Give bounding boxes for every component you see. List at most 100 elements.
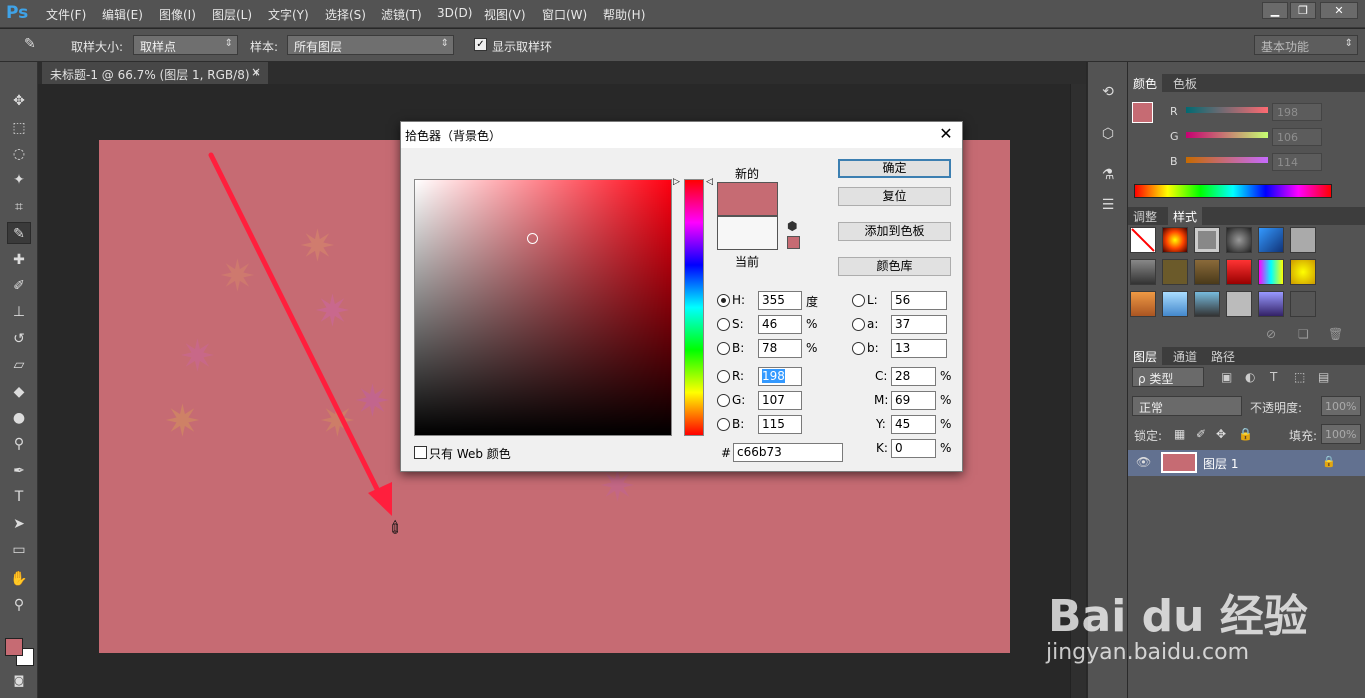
opacity-input[interactable]: 100% xyxy=(1321,396,1361,416)
clear-style-icon[interactable]: ⊘ xyxy=(1266,327,1276,341)
style-swatch[interactable] xyxy=(1162,291,1188,317)
green-radio[interactable] xyxy=(717,394,730,407)
add-to-swatches-button[interactable]: 添加到色板 xyxy=(838,222,951,241)
lab-l-label: L: xyxy=(867,293,878,307)
lock-all-icon[interactable]: 🔒 xyxy=(1238,427,1253,441)
slider-b-value[interactable]: 114 xyxy=(1272,153,1322,171)
blue-radio[interactable] xyxy=(717,418,730,431)
hue-input[interactable]: 355 xyxy=(758,291,802,310)
lab-b-radio[interactable] xyxy=(852,342,865,355)
tab-layers[interactable]: 图层 xyxy=(1128,347,1163,365)
filter-adjust-icon[interactable]: ◐ xyxy=(1245,370,1255,384)
lock-paint-icon[interactable]: ✐ xyxy=(1196,427,1206,441)
filter-pixel-icon[interactable]: ▣ xyxy=(1221,370,1232,384)
lab-a-radio[interactable] xyxy=(852,318,865,331)
hue-slider-right-handle[interactable]: ◁ xyxy=(706,177,713,187)
properties-panel-icon[interactable]: ☰ xyxy=(1097,197,1119,219)
style-swatch[interactable] xyxy=(1258,227,1284,253)
style-swatch[interactable] xyxy=(1194,227,1220,253)
tab-paths[interactable]: 路径 xyxy=(1206,347,1240,365)
style-swatch[interactable] xyxy=(1258,259,1284,285)
brightness-radio[interactable] xyxy=(717,342,730,355)
web-colors-checkbox[interactable] xyxy=(414,446,427,459)
color-field-marker[interactable] xyxy=(527,233,538,244)
layer-filter-select[interactable]: ρ 类型 xyxy=(1132,367,1204,387)
style-none-swatch[interactable] xyxy=(1130,227,1156,253)
tab-color[interactable]: 颜色 xyxy=(1128,74,1163,92)
saturation-radio[interactable] xyxy=(717,318,730,331)
red-radio[interactable] xyxy=(717,370,730,383)
tab-adjustments[interactable]: 调整 xyxy=(1128,207,1162,225)
delete-style-icon[interactable]: 🗑 xyxy=(1328,327,1343,341)
lock-position-icon[interactable]: ✥ xyxy=(1216,427,1226,441)
lab-l-radio[interactable] xyxy=(852,294,865,307)
color-field[interactable] xyxy=(414,179,672,436)
hue-slider-left-handle[interactable]: ▷ xyxy=(673,177,680,187)
color-spectrum-bar[interactable] xyxy=(1134,184,1332,198)
ok-button[interactable]: 确定 xyxy=(838,159,951,178)
style-swatch[interactable] xyxy=(1290,291,1316,317)
style-swatch[interactable] xyxy=(1162,259,1188,285)
lab-a-input[interactable]: 37 xyxy=(891,315,947,334)
style-swatch[interactable] xyxy=(1290,227,1316,253)
saturation-input[interactable]: 46 xyxy=(758,315,802,334)
hue-slider[interactable] xyxy=(684,179,704,436)
cyan-input[interactable]: 28 xyxy=(891,367,936,386)
layer-name[interactable]: 图层 1 xyxy=(1203,455,1238,472)
style-swatch[interactable] xyxy=(1226,291,1252,317)
3d-panel-icon[interactable]: ⬡ xyxy=(1097,126,1119,148)
hex-input[interactable]: c66b73 xyxy=(733,443,843,462)
fill-label: 填充: xyxy=(1289,429,1318,443)
reset-button[interactable]: 复位 xyxy=(838,187,951,206)
tab-styles[interactable]: 样式 xyxy=(1168,207,1203,225)
red-input[interactable]: 198 xyxy=(758,367,802,386)
black-input[interactable]: 0 xyxy=(891,439,936,458)
magenta-input[interactable]: 69 xyxy=(891,391,936,410)
brightness-input[interactable]: 78 xyxy=(758,339,802,358)
out-of-gamut-cube-icon[interactable]: ⬢ xyxy=(787,219,797,233)
slider-g[interactable] xyxy=(1186,132,1268,138)
style-swatch[interactable] xyxy=(1226,259,1252,285)
slider-b[interactable] xyxy=(1186,157,1268,163)
fill-input[interactable]: 100% xyxy=(1321,424,1361,444)
style-swatch[interactable] xyxy=(1130,259,1156,285)
lab-l-input[interactable]: 56 xyxy=(891,291,947,310)
yellow-input[interactable]: 45 xyxy=(891,415,936,434)
filter-smart-icon[interactable]: ▤ xyxy=(1318,370,1329,384)
history-panel-icon[interactable]: ⟲ xyxy=(1097,84,1119,106)
layer-row[interactable]: 👁 图层 1 🔒 xyxy=(1128,450,1365,476)
color-panel-tabs: 颜色 色板 xyxy=(1128,74,1365,92)
slider-b-label: B xyxy=(1170,155,1178,168)
slider-r[interactable] xyxy=(1186,107,1268,113)
filter-shape-icon[interactable]: ⬚ xyxy=(1294,370,1305,384)
web-safe-swatch[interactable] xyxy=(787,236,800,249)
lock-transparent-icon[interactable]: ▦ xyxy=(1174,427,1185,441)
style-swatch[interactable] xyxy=(1290,259,1316,285)
hue-radio[interactable] xyxy=(717,294,730,307)
panel-foreground-swatch[interactable] xyxy=(1132,102,1153,123)
layer-visibility-icon[interactable]: 👁 xyxy=(1136,455,1151,469)
brush-panel-icon[interactable]: ⚗ xyxy=(1097,167,1119,189)
style-swatch[interactable] xyxy=(1162,227,1188,253)
slider-g-value[interactable]: 106 xyxy=(1272,128,1322,146)
blue-input[interactable]: 115 xyxy=(758,415,802,434)
filter-type-icon[interactable]: T xyxy=(1270,370,1277,384)
color-libraries-button[interactable]: 颜色库 xyxy=(838,257,951,276)
tab-swatches[interactable]: 色板 xyxy=(1168,74,1202,92)
style-swatch[interactable] xyxy=(1226,227,1252,253)
style-swatch[interactable] xyxy=(1130,291,1156,317)
style-swatch[interactable] xyxy=(1194,291,1220,317)
layer-thumbnail xyxy=(1161,452,1197,473)
style-swatch[interactable] xyxy=(1194,259,1220,285)
blend-mode-select[interactable]: 正常 xyxy=(1132,396,1242,416)
current-color-label: 当前 xyxy=(735,255,760,269)
green-input[interactable]: 107 xyxy=(758,391,802,410)
tab-channels[interactable]: 通道 xyxy=(1168,347,1202,365)
web-colors-label: 只有 Web 颜色 xyxy=(429,447,511,461)
new-style-icon[interactable]: ❏ xyxy=(1298,327,1309,341)
lab-b-input[interactable]: 13 xyxy=(891,339,947,358)
style-swatch[interactable] xyxy=(1258,291,1284,317)
current-color-preview[interactable] xyxy=(717,216,778,250)
slider-r-value[interactable]: 198 xyxy=(1272,103,1322,121)
dialog-close-icon[interactable]: ✕ xyxy=(936,124,956,144)
